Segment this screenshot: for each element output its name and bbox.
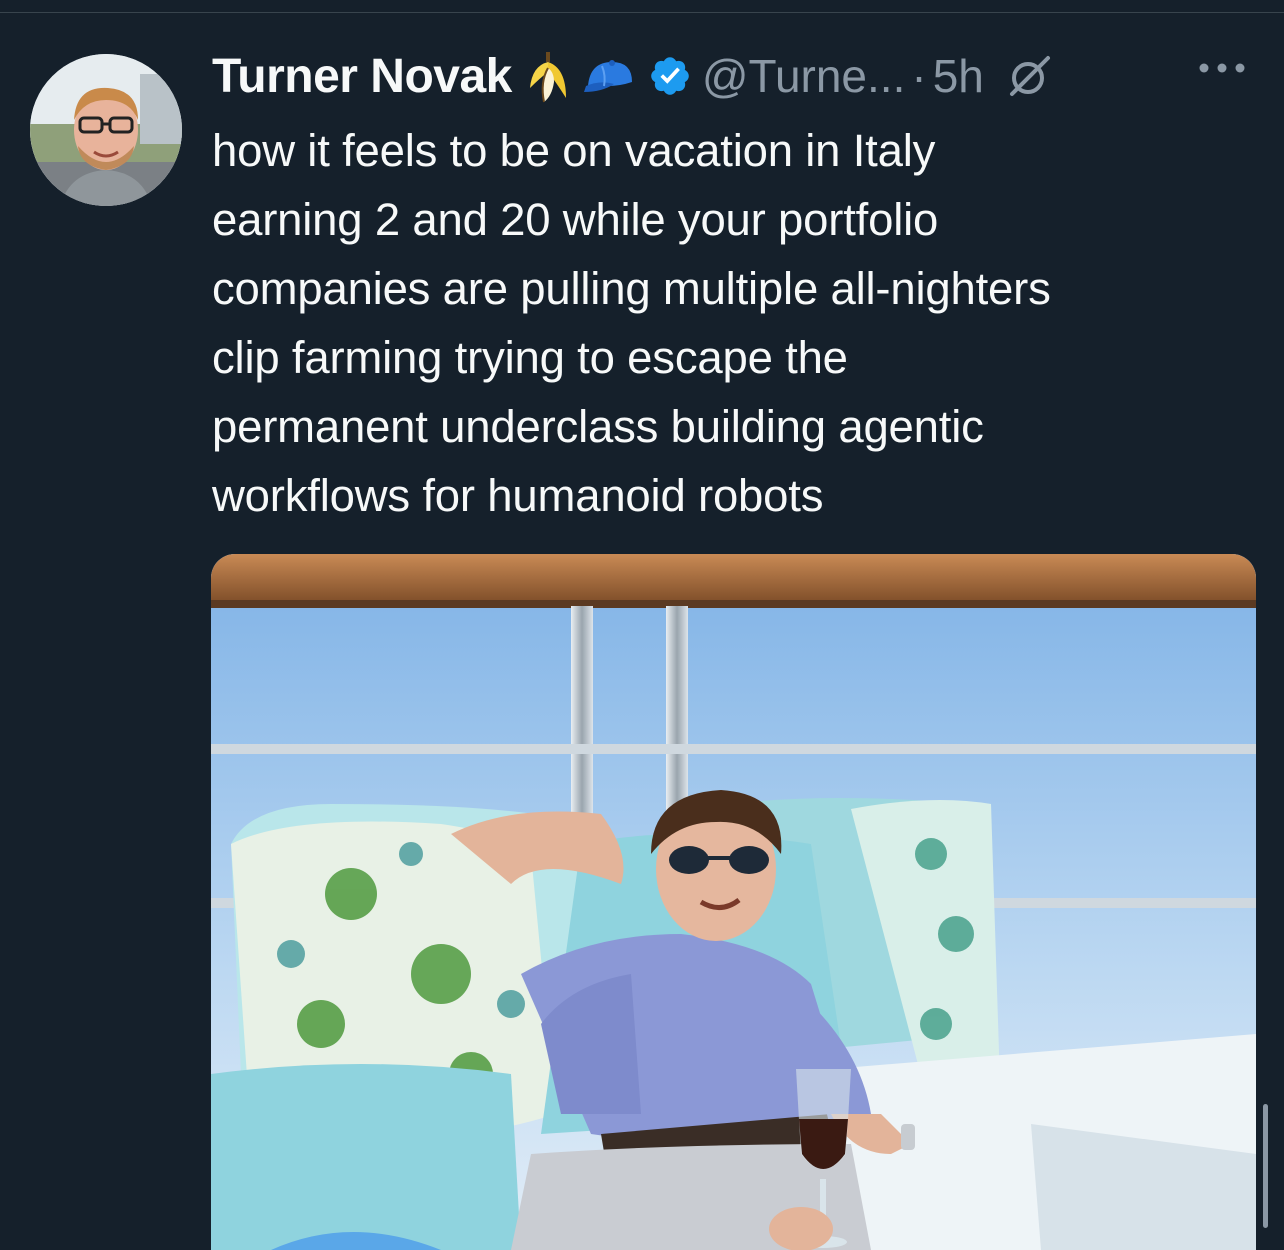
more-options-icon[interactable] [1196, 60, 1248, 76]
divider [0, 12, 1284, 13]
grok-icon[interactable] [1006, 52, 1054, 100]
tweet-header: Turner Novak @Turne... · 5h [212, 44, 1054, 108]
author-name[interactable]: Turner Novak [212, 49, 512, 104]
blue-cap-emoji-icon [580, 46, 640, 106]
vacation-photo [211, 554, 1256, 1250]
separator-dot: · [911, 50, 927, 102]
verified-badge-icon[interactable] [648, 46, 692, 106]
tweet-media-photo[interactable] [211, 554, 1256, 1250]
author-avatar[interactable] [30, 54, 182, 206]
banana-emoji-icon [526, 46, 570, 106]
tweet-text: how it feels to be on vacation in Italy … [212, 125, 1051, 521]
avatar-image [30, 54, 182, 206]
author-handle[interactable]: @Turne... [702, 49, 906, 103]
tweet-time[interactable]: 5h [933, 49, 984, 103]
scrollbar[interactable] [1263, 1104, 1268, 1228]
tweet-card[interactable]: Turner Novak @Turne... · 5h how it feels… [0, 0, 1284, 1250]
